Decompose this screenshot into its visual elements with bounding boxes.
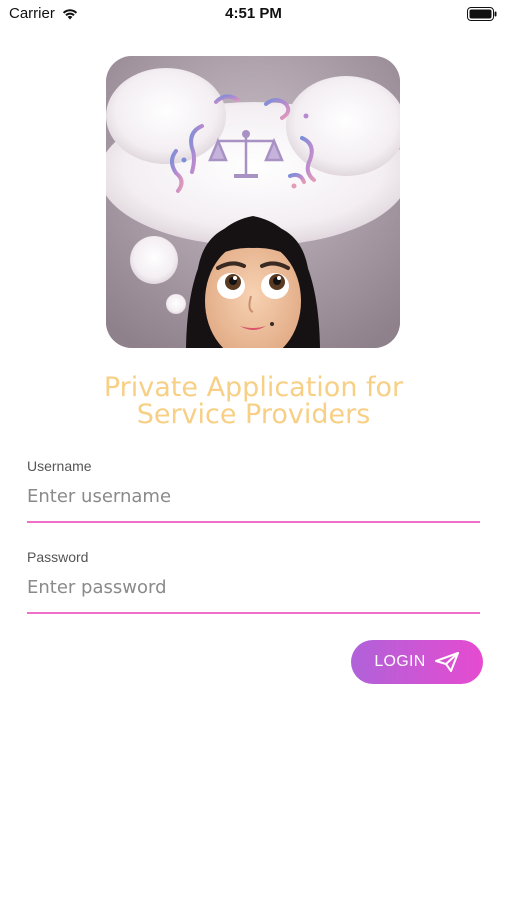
avatar-thought-bubble-scales-logo — [106, 56, 400, 348]
password-label: Password — [27, 549, 89, 565]
password-input[interactable] — [27, 573, 480, 614]
username-label: Username — [27, 458, 92, 474]
app-logo — [106, 56, 400, 348]
login-button-label: LOGIN — [374, 653, 426, 670]
app-title: Private Application for Service Provider… — [60, 374, 447, 428]
password-field-group: Password — [27, 549, 480, 614]
app-title-line2: Service Providers — [136, 399, 371, 430]
status-time: 4:51 PM — [225, 5, 282, 22]
status-bar: Carrier 4:51 PM — [0, 0, 507, 30]
login-button[interactable]: LOGIN — [351, 640, 483, 684]
username-field-group: Username — [27, 458, 480, 523]
login-screen: Carrier 4:51 PM Private Application for … — [0, 0, 507, 900]
battery-icon — [467, 7, 497, 21]
send-icon — [434, 651, 460, 673]
username-input[interactable] — [27, 482, 480, 523]
app-title-line1: Private Application for — [103, 372, 404, 403]
